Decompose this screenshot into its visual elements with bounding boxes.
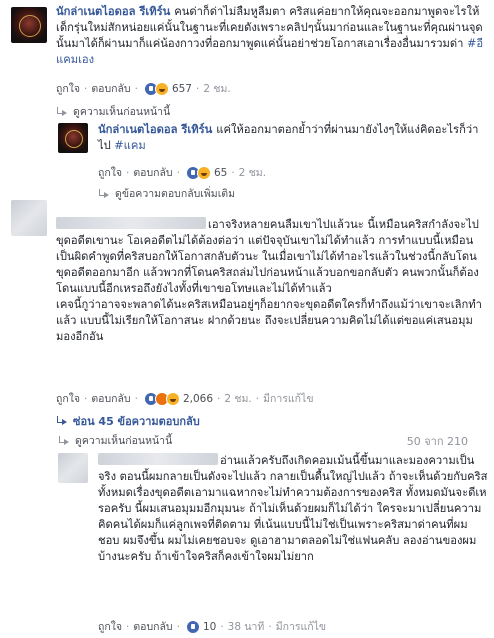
comment-author[interactable]: นักล่าเนตไอดอล รีเทิร์น [56, 5, 170, 18]
page-avatar[interactable] [58, 123, 88, 153]
reaction-count: 2,066 [182, 392, 213, 405]
comment-author[interactable]: นักล่าเนตไอดอล รีเทิร์น [98, 123, 212, 136]
like-link[interactable]: ถูกใจ [56, 390, 80, 407]
reaction-count: 10 [202, 620, 217, 633]
reply-link[interactable]: ตอบกลับ [91, 390, 130, 407]
redacted-author[interactable] [56, 217, 206, 229]
timestamp[interactable]: 38 นาที [228, 618, 265, 635]
comment-actions: ถูกใจ · ตอบกลับ · 65 · 2 ชม. [98, 164, 266, 181]
hashtag-link[interactable]: #แคม [114, 139, 145, 152]
like-link[interactable]: ถูกใจ [56, 80, 80, 97]
reply-link[interactable]: ตอบกลับ [91, 80, 130, 97]
separator: · [268, 620, 272, 633]
edited-label[interactable]: มีการแก้ไข [276, 618, 326, 635]
reaction-summary[interactable]: 65 [185, 165, 228, 180]
comment-text: อ่านแล้วครับถึงเกิดคอมเม้นนี้ขึ้นมาและมอ… [98, 454, 488, 563]
separator: · [134, 392, 138, 405]
hide-replies-label: ซ่อน 45 ข้อความตอบกลับ [73, 415, 200, 428]
separator: · [176, 166, 180, 179]
timestamp[interactable]: 2 ชม. [239, 164, 266, 181]
reaction-summary[interactable]: 10 [185, 619, 217, 634]
reply-arrow-icon [98, 188, 110, 199]
haha-reaction-icon [154, 81, 169, 96]
separator: · [84, 392, 88, 405]
timestamp[interactable]: 2 ชม. [203, 80, 230, 97]
more-replies-link[interactable]: ดูข้อความตอบกลับเพิ่มเติม [98, 185, 235, 202]
reply-link[interactable]: ตอบกลับ [133, 618, 172, 635]
more-replies-label: ดูข้อความตอบกลับเพิ่มเติม [115, 188, 236, 200]
separator: · [195, 82, 200, 95]
comment-body: อ่านแล้วครับถึงเกิดคอมเม้นนี้ขึ้นมาและมอ… [98, 453, 488, 565]
like-link[interactable]: ถูกใจ [98, 618, 122, 635]
redacted-author[interactable] [98, 453, 218, 465]
reply-arrow-icon [56, 106, 68, 117]
view-previous-link[interactable]: ดูความเห็นก่อนหน้านี้ [56, 103, 170, 120]
reply-arrow-icon [58, 435, 70, 446]
separator: · [84, 82, 88, 95]
haha-reaction-icon [196, 165, 211, 180]
view-previous-label: ดูความเห็นก่อนหน้านี้ [73, 106, 171, 118]
reply-link[interactable]: ตอบกลับ [133, 164, 172, 181]
comment-body: นักล่าเนตไอดอล รีเทิร์น คนด่าก็ด่าไม่ลืมห… [56, 4, 486, 68]
edited-label[interactable]: มีการแก้ไข [263, 390, 313, 407]
reaction-summary[interactable]: 2,066 [143, 391, 213, 406]
timestamp[interactable]: 2 ชม. [224, 390, 251, 407]
comment-actions: ถูกใจ · ตอบกลับ · 10 · 38 นาที · มีการแก… [98, 618, 326, 635]
reaction-summary[interactable]: 657 [143, 81, 192, 96]
separator: · [126, 620, 130, 633]
comment-body: เอาจริงหลายคนลืมเขาไปแล้วนะ นี้เหมือนคริ… [56, 201, 486, 345]
user-avatar[interactable] [58, 453, 88, 483]
comment-actions: ถูกใจ · ตอบกลับ · 657 · 2 ชม. [56, 80, 231, 97]
separator: · [176, 620, 180, 633]
comment-actions: ถูกใจ · ตอบกลับ · 2,066 · 2 ชม. · มีการแ… [56, 390, 314, 407]
haha-reaction-icon [165, 391, 180, 406]
reaction-count: 65 [213, 166, 228, 179]
separator: · [217, 392, 221, 405]
comment-text: เอาจริงหลายคนลืมเขาไปแล้วนะ นี้เหมือนคริ… [56, 218, 482, 343]
view-previous-link[interactable]: ดูความเห็นก่อนหน้านี้ [58, 432, 172, 449]
like-link[interactable]: ถูกใจ [98, 164, 122, 181]
separator: · [126, 166, 130, 179]
view-previous-label: ดูความเห็นก่อนหน้านี้ [75, 435, 173, 447]
user-avatar[interactable] [11, 200, 47, 236]
separator: · [255, 392, 260, 405]
reply-arrow-icon [56, 416, 68, 426]
separator: · [134, 82, 138, 95]
hide-replies-link[interactable]: ซ่อน 45 ข้อความตอบกลับ [56, 412, 200, 430]
comment-body: นักล่าเนตไอดอล รีเทิร์น แค่ให้ออกมาตอกย้ำ… [98, 122, 486, 154]
page-avatar[interactable] [11, 7, 47, 43]
separator: · [220, 620, 224, 633]
pagination-counter: 50 จาก 210 [406, 435, 468, 448]
comment-thread: นักล่าเนตไอดอล รีเทิร์น คนด่าก็ด่าไม่ลืมห… [0, 0, 494, 638]
reaction-count: 657 [171, 82, 192, 95]
separator: · [231, 166, 235, 179]
like-reaction-icon [185, 619, 200, 634]
